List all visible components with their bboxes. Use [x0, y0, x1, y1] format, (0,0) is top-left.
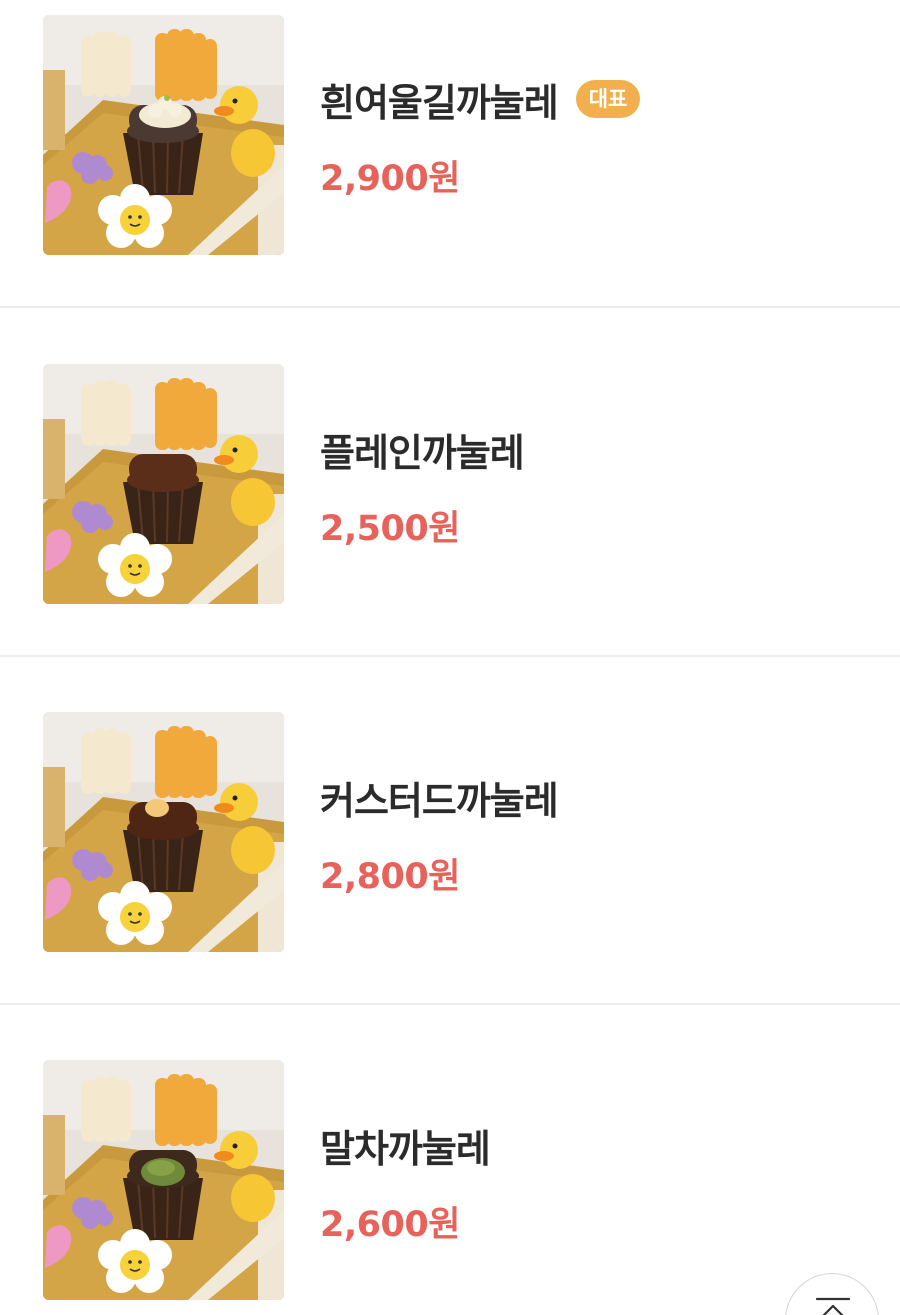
menu-item-price: 2,800원 — [320, 857, 460, 897]
menu-item[interactable]: 흰여울길까눌레 대표 2,900원 — [0, 0, 900, 308]
menu-item[interactable]: 커스터드까눌레 2,800원 — [0, 657, 900, 1005]
menu-item-info: 흰여울길까눌레 대표 2,900원 — [320, 74, 641, 201]
canele-photo — [43, 364, 284, 604]
menu-item-price: 2,600원 — [320, 1205, 460, 1245]
canele-photo — [43, 1060, 284, 1300]
menu-item-photo — [43, 364, 284, 604]
canele-photo — [43, 712, 284, 952]
menu-item-name: 흰여울길까눌레 — [320, 80, 559, 125]
canele-photo — [43, 15, 284, 255]
menu-item-photo — [43, 1060, 284, 1300]
menu-item-info: 커스터드까눌레 2,800원 — [320, 772, 559, 899]
divider — [0, 306, 900, 308]
menu-item[interactable]: 말차까눌레 2,600원 — [0, 1005, 900, 1315]
menu-item-title-row: 말차까눌레 — [320, 1120, 491, 1171]
menu-item-name: 말차까눌레 — [320, 1126, 491, 1171]
menu-item-name: 커스터드까눌레 — [320, 778, 559, 823]
menu-item-info: 플레인까눌레 2,500원 — [320, 424, 525, 551]
menu-item-name: 플레인까눌레 — [320, 430, 525, 475]
menu-item[interactable]: 플레인까눌레 2,500원 — [0, 309, 900, 657]
menu-item-photo — [43, 712, 284, 952]
menu-item-price: 2,500원 — [320, 509, 460, 549]
arrow-up-to-top-icon — [815, 1297, 851, 1315]
menu-item-photo — [43, 15, 284, 255]
menu-item-title-row: 흰여울길까눌레 대표 — [320, 74, 641, 125]
menu-item-title-row: 플레인까눌레 — [320, 424, 525, 475]
signature-badge: 대표 — [575, 80, 641, 118]
menu-page: 흰여울길까눌레 대표 2,900원 플레인까눌레 2,500원 커스터드까눌레 … — [0, 0, 900, 1315]
menu-item-info: 말차까눌레 2,600원 — [320, 1120, 491, 1247]
menu-item-title-row: 커스터드까눌레 — [320, 772, 559, 823]
menu-item-price: 2,900원 — [320, 159, 460, 199]
